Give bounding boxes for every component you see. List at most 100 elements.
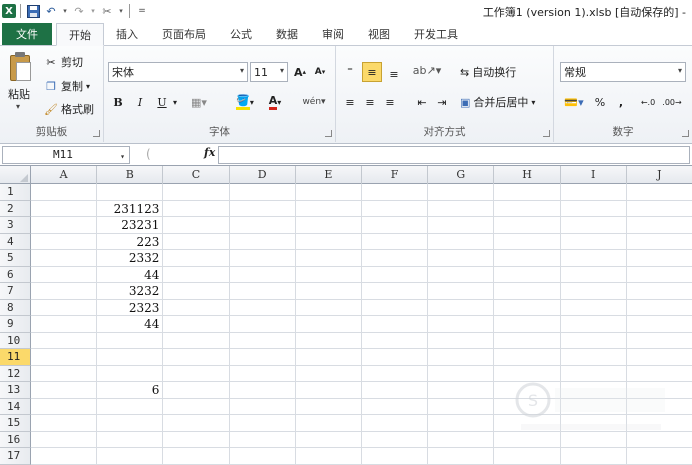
tab-review[interactable]: 审阅 xyxy=(310,23,356,45)
qat-more-icon[interactable]: = xyxy=(134,3,150,19)
grow-font-button[interactable]: A ▴ xyxy=(292,62,308,82)
worksheet-grid[interactable]: ABCDEFGHIJ 1 2 3 4 5 6 7 8 9 10 11 12 13 14 15 16 17 231… xyxy=(0,166,692,465)
row-header-6[interactable]: 6 xyxy=(0,266,31,283)
column-header-h[interactable]: H xyxy=(494,166,561,184)
row-header-8[interactable]: 8 xyxy=(0,299,31,316)
row-header-5[interactable]: 5 xyxy=(0,250,31,267)
tab-home[interactable]: 开始 xyxy=(56,23,104,46)
orientation-icon[interactable]: ab↗▾ xyxy=(413,60,441,80)
cell-b13[interactable]: 6 xyxy=(97,382,162,398)
decrease-decimal-icon[interactable]: .00→ xyxy=(662,92,682,112)
paste-icon[interactable] xyxy=(8,52,32,82)
copy-dropdown-icon[interactable]: ▾ xyxy=(86,82,90,91)
comma-button[interactable]: , xyxy=(616,92,626,112)
select-all-button[interactable] xyxy=(0,166,31,184)
underline-button[interactable]: U xyxy=(154,92,170,112)
expand-handle-icon[interactable]: ( xyxy=(146,147,151,161)
cell-b6[interactable]: 44 xyxy=(97,267,162,283)
font-name-select[interactable]: 宋体 ▾ xyxy=(108,62,248,82)
cell-b7[interactable]: 3232 xyxy=(97,283,162,299)
fill-color-button[interactable]: 🪣 ▾ xyxy=(232,92,258,112)
alignment-launcher-icon[interactable] xyxy=(543,130,550,137)
phonetic-guide-icon[interactable]: wén▾ xyxy=(300,92,328,112)
column-header-i[interactable]: I xyxy=(561,166,627,184)
column-header-e[interactable]: E xyxy=(296,166,362,184)
align-left-icon[interactable]: ≡ xyxy=(342,92,358,112)
merge-center-button[interactable]: ▣ 合并后居中 ▾ xyxy=(460,92,550,112)
font-color-button[interactable]: A ▾ xyxy=(262,92,288,112)
align-right-icon[interactable]: ≡ xyxy=(382,92,398,112)
column-header-d[interactable]: D xyxy=(230,166,296,184)
tab-file[interactable]: 文件 xyxy=(2,23,52,45)
row-header-12[interactable]: 12 xyxy=(0,365,31,382)
row-header-2[interactable]: 2 xyxy=(0,200,31,217)
undo-icon[interactable]: ↶ xyxy=(43,3,59,19)
customize-qat-icon[interactable]: ▾ xyxy=(117,3,125,19)
column-header-g[interactable]: G xyxy=(428,166,495,184)
font-size-select[interactable]: 11 ▾ xyxy=(250,62,288,82)
redo-icon[interactable]: ↷ xyxy=(71,3,87,19)
insert-function-icon[interactable]: fx xyxy=(204,146,215,159)
cell-b9[interactable]: 44 xyxy=(97,316,162,332)
save-icon[interactable] xyxy=(25,3,41,19)
row-header-17[interactable]: 17 xyxy=(0,448,31,465)
row-header-4[interactable]: 4 xyxy=(0,233,31,250)
font-launcher-icon[interactable] xyxy=(325,130,332,137)
number-format-select[interactable]: 常规 ▾ xyxy=(560,62,686,82)
undo-dropdown-icon[interactable]: ▾ xyxy=(61,3,69,19)
column-header-b[interactable]: B xyxy=(97,166,164,184)
column-header-c[interactable]: C xyxy=(163,166,230,184)
row-header-16[interactable]: 16 xyxy=(0,431,31,448)
row-header-11[interactable]: 11 xyxy=(0,349,31,366)
row-header-1[interactable]: 1 xyxy=(0,184,31,201)
row-header-13[interactable]: 13 xyxy=(0,382,31,399)
paste-dropdown-icon[interactable]: ▾ xyxy=(16,102,20,111)
formula-input[interactable] xyxy=(218,146,690,164)
italic-button[interactable]: I xyxy=(132,92,148,112)
row-header-10[interactable]: 10 xyxy=(0,332,31,349)
cell-b5[interactable]: 2332 xyxy=(97,250,162,266)
column-header-a[interactable]: A xyxy=(31,166,98,184)
tools-icon[interactable]: ✂ xyxy=(99,3,115,19)
number-launcher-icon[interactable] xyxy=(682,130,689,137)
percent-button[interactable]: % xyxy=(594,92,606,112)
column-header-f[interactable]: F xyxy=(362,166,429,184)
cell-b4[interactable]: 223 xyxy=(97,234,162,250)
align-bottom-icon[interactable]: ≡ xyxy=(386,64,402,84)
row-header-9[interactable]: 9 xyxy=(0,316,31,333)
align-middle-icon[interactable]: ≡ xyxy=(362,62,382,82)
tab-view[interactable]: 视图 xyxy=(356,23,402,45)
tab-data[interactable]: 数据 xyxy=(264,23,310,45)
column-header-j[interactable]: J xyxy=(627,166,692,184)
shrink-font-button[interactable]: A ▾ xyxy=(312,62,328,82)
redo-dropdown-icon[interactable]: ▾ xyxy=(89,3,97,19)
cut-button[interactable]: ✂ 剪切 xyxy=(44,54,83,70)
row-header-3[interactable]: 3 xyxy=(0,217,31,234)
row-header-15[interactable]: 15 xyxy=(0,415,31,432)
wrap-text-button[interactable]: ⇆ 自动换行 xyxy=(460,62,540,82)
bold-button[interactable]: B xyxy=(110,92,126,112)
decrease-indent-icon[interactable]: ⇤ xyxy=(414,92,430,112)
tab-page-layout[interactable]: 页面布局 xyxy=(150,23,218,45)
copy-button[interactable]: ❐ 复制 ▾ xyxy=(44,78,90,94)
row-header-14[interactable]: 14 xyxy=(0,398,31,415)
row-header-7[interactable]: 7 xyxy=(0,283,31,300)
tab-developer[interactable]: 开发工具 xyxy=(402,23,470,45)
borders-icon[interactable]: ▦▾ xyxy=(188,92,210,112)
tab-formulas[interactable]: 公式 xyxy=(218,23,264,45)
accounting-format-icon[interactable]: 💳▾ xyxy=(560,92,588,112)
clipboard-launcher-icon[interactable] xyxy=(93,130,100,137)
increase-indent-icon[interactable]: ⇥ xyxy=(434,92,450,112)
cell-b3[interactable]: 23231 xyxy=(97,217,162,233)
format-painter-button[interactable]: 🖌 格式刷 xyxy=(44,101,94,117)
align-center-icon[interactable]: ≡ xyxy=(362,92,378,112)
increase-decimal-icon[interactable]: ←.0 xyxy=(638,92,658,112)
name-box[interactable]: M11 ▾ xyxy=(2,146,130,164)
underline-dropdown-icon[interactable]: ▾ xyxy=(170,92,180,112)
cell-b2[interactable]: 231123 xyxy=(97,201,162,217)
excel-logo-icon[interactable]: X xyxy=(2,4,16,18)
cell-b8[interactable]: 2323 xyxy=(97,300,162,316)
tab-insert[interactable]: 插入 xyxy=(104,23,150,45)
align-top-icon[interactable]: ⁼ xyxy=(342,60,358,80)
paste-button[interactable]: 粘贴 xyxy=(8,86,30,102)
